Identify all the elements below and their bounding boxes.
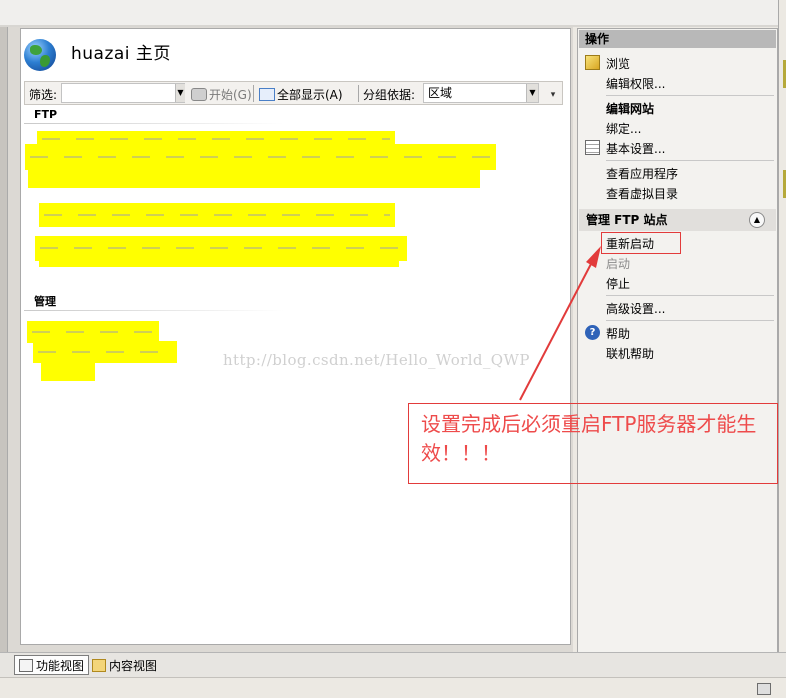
group-by-select[interactable]: 区域 ▼ (423, 83, 539, 103)
basic-settings-icon (585, 140, 600, 155)
watermark-url: http://blog.csdn.net/Hello_World_QWP (223, 351, 530, 369)
view-tabs-bar: 功能视图 内容视图 (0, 652, 786, 677)
connections-panel-edge[interactable] (0, 27, 8, 652)
start-filter-label: 开始(G) (209, 88, 252, 102)
view-options-icon[interactable]: ▾ (547, 88, 559, 102)
outer-window-edge (778, 0, 786, 698)
start-filter-button[interactable]: 开始(G) (191, 86, 252, 103)
action-separator (606, 160, 774, 161)
group-by-value: 区域 (428, 86, 453, 100)
folder-icon (92, 658, 106, 672)
action-online-help[interactable]: 联机帮助 (606, 345, 654, 362)
action-start[interactable]: 启动 (606, 255, 630, 272)
page-title: huazai 主页 (71, 44, 171, 64)
action-view-virtual-dirs[interactable]: 查看虚拟目录 (606, 185, 678, 202)
manage-ftp-site-label: 管理 FTP 站点 (586, 213, 668, 227)
tab-content-view-label: 内容视图 (109, 658, 158, 673)
filter-dropdown-arrow-icon[interactable]: ▼ (175, 84, 185, 102)
help-icon: ? (585, 325, 600, 340)
collapse-chevron-up-icon[interactable]: ▲ (749, 212, 765, 228)
browse-icon (585, 55, 600, 70)
binoculars-icon (191, 88, 207, 101)
actions-panel: 操作 浏览 编辑权限... 编辑网站 绑定... 基本设置... 查看应用程序 … (577, 28, 778, 678)
redacted-ftp-labels-row (28, 168, 480, 188)
action-view-applications[interactable]: 查看应用程序 (606, 165, 678, 182)
redacted-ftp-icons-row (39, 203, 395, 227)
window-top-bar (0, 0, 786, 27)
section-ftp-heading: FTP (34, 108, 58, 121)
features-view-icon (19, 658, 33, 672)
filter-toolbar: 筛选: ▼ 开始(G) 全部显示(A) 分组依据: 区域 ▼ ▾ (24, 81, 563, 105)
tab-content-view[interactable]: 内容视图 (88, 655, 161, 675)
toolbar-separator (358, 85, 359, 102)
action-browse[interactable]: 浏览 (606, 55, 630, 72)
group-by-label: 分组依据: (363, 88, 416, 102)
actions-header: 操作 (579, 30, 776, 48)
action-edit-site-heading: 编辑网站 (606, 102, 655, 116)
action-bindings[interactable]: 绑定... (606, 120, 641, 137)
tab-features-view[interactable]: 功能视图 (14, 655, 90, 675)
chevron-down-icon: ▼ (526, 84, 538, 102)
show-all-button[interactable]: 全部显示(A) (259, 86, 343, 103)
action-edit-permissions[interactable]: 编辑权限... (606, 75, 665, 92)
status-bar (0, 677, 786, 698)
action-basic-settings[interactable]: 基本设置... (606, 140, 665, 157)
redacted-ftp-icons-row (25, 144, 496, 170)
action-separator (606, 295, 774, 296)
action-advanced-settings[interactable]: 高级设置... (606, 300, 665, 317)
redacted-ftp-labels-row (39, 257, 399, 267)
home-page-panel: huazai 主页 筛选: ▼ 开始(G) 全部显示(A) 分组依据: 区域 ▼… (20, 28, 571, 645)
redacted-manage-icons-row (27, 321, 159, 343)
section-divider (24, 310, 284, 311)
filter-input[interactable] (61, 83, 185, 103)
tab-features-view-label: 功能视图 (36, 658, 85, 673)
action-separator (606, 95, 774, 96)
show-all-label: 全部显示(A) (277, 88, 343, 102)
toolbar-separator (253, 85, 254, 102)
redacted-manage-labels-row (41, 359, 95, 381)
show-all-icon (259, 88, 275, 101)
action-separator (606, 320, 774, 321)
section-divider (24, 123, 284, 124)
highlight-restart-box (601, 232, 681, 254)
site-globe-icon (24, 39, 56, 71)
action-stop[interactable]: 停止 (606, 275, 630, 292)
manage-ftp-site-header[interactable]: 管理 FTP 站点 ▲ (579, 209, 776, 231)
action-help[interactable]: 帮助 (606, 325, 630, 342)
section-manage-heading: 管理 (34, 295, 56, 308)
annotation-text: 设置完成后必须重启FTP服务器才能生效！！！ (421, 412, 757, 465)
filter-label: 筛选: (29, 88, 58, 102)
network-status-icon[interactable] (757, 683, 771, 695)
